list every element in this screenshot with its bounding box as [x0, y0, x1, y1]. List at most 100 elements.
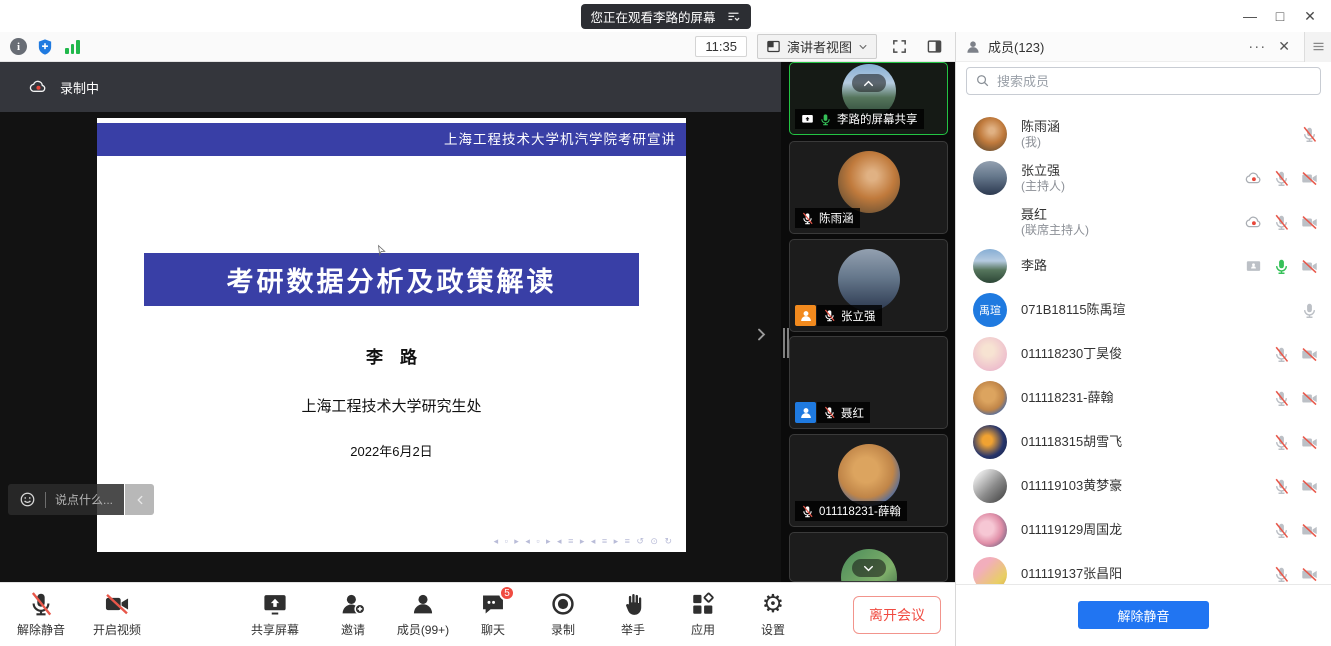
unmute-button[interactable]: 解除静音: [1078, 601, 1209, 629]
minimize-button[interactable]: —: [1235, 2, 1265, 30]
camera-off-icon[interactable]: [1301, 214, 1318, 231]
member-row[interactable]: 011118230丁昊俊: [956, 332, 1331, 376]
member-status: [1245, 214, 1318, 231]
watching-banner[interactable]: 您正在观看李路的屏幕: [580, 4, 750, 29]
scroll-down-button[interactable]: [852, 559, 886, 577]
side-panel-icon: [926, 38, 943, 55]
member-row[interactable]: 011118231-薛翰: [956, 376, 1331, 420]
person-icon: [965, 39, 981, 55]
video-tile[interactable]: 张立强: [789, 239, 948, 332]
camera-off-icon[interactable]: [1301, 390, 1318, 407]
member-status: [1273, 390, 1318, 407]
toolbar-raise-hand-button[interactable]: 举手: [606, 591, 660, 638]
tile-name: 011118231-薛翰: [819, 503, 901, 519]
toolbar-settings-button[interactable]: ⚙ 设置: [746, 591, 800, 638]
view-mode-dropdown[interactable]: 演讲者视图: [757, 34, 877, 59]
mic-muted-icon[interactable]: [1273, 390, 1290, 407]
apps-icon: [690, 591, 716, 617]
tile-label: 陈雨涵: [795, 208, 860, 228]
mic-muted-icon[interactable]: [1273, 170, 1290, 187]
network-signal-icon[interactable]: [65, 39, 80, 54]
banner-label: 您正在观看李路的屏幕: [590, 7, 715, 26]
window-controls: — □ ✕: [1235, 0, 1325, 32]
member-list: 陈雨涵 (我) 张立强 (主持人) 聂红 (联席主持: [956, 112, 1331, 596]
member-name: 李路: [1021, 258, 1245, 274]
camera-off-icon[interactable]: [1301, 522, 1318, 539]
more-options-icon[interactable]: ···: [1248, 38, 1266, 55]
chevron-up-icon[interactable]: [57, 599, 68, 610]
window-titlebar: 您正在观看李路的屏幕 — □ ✕: [0, 0, 1331, 32]
close-panel-icon[interactable]: ✕: [1278, 38, 1290, 55]
view-mode-label: 演讲者视图: [787, 37, 852, 56]
member-role: (联席主持人): [1021, 223, 1245, 238]
video-tile-partial[interactable]: [789, 532, 948, 582]
mouse-cursor-icon: [375, 244, 388, 257]
meeting-controls-toolbar: 解除静音 开启视频 共享屏幕 邀请 成员(99+) 5 聊天 录制: [0, 582, 955, 646]
maximize-button[interactable]: □: [1265, 2, 1295, 30]
security-shield-icon[interactable]: [36, 38, 54, 56]
avatar: [973, 381, 1007, 415]
leave-meeting-button[interactable]: 离开会议: [853, 596, 941, 634]
toolbar-chat-button[interactable]: 5 聊天: [466, 591, 520, 638]
member-row[interactable]: 禹瑄 071B18115陈禹瑄: [956, 288, 1331, 332]
member-row[interactable]: 陈雨涵 (我): [956, 112, 1331, 156]
video-tile[interactable]: 011118231-薛翰: [789, 434, 948, 527]
member-row[interactable]: 李路: [956, 244, 1331, 288]
video-tile-screen-share[interactable]: 李路的屏幕共享: [789, 62, 948, 135]
mic-muted-icon[interactable]: [1273, 566, 1290, 583]
mic-muted-icon: [801, 212, 814, 225]
member-name: 聂红: [1021, 207, 1245, 223]
fullscreen-button[interactable]: [886, 36, 912, 58]
toolbar-invite-button[interactable]: 邀请: [326, 591, 380, 638]
avatar: [973, 117, 1007, 151]
mic-muted-icon[interactable]: [1273, 478, 1290, 495]
member-row[interactable]: 聂红 (联席主持人): [956, 200, 1331, 244]
chevron-down-icon: [862, 562, 875, 575]
avatar: [973, 425, 1007, 459]
camera-off-icon[interactable]: [1301, 434, 1318, 451]
mic-muted-icon[interactable]: [1273, 214, 1290, 231]
chevron-up-icon[interactable]: [291, 599, 302, 610]
scroll-up-button[interactable]: [852, 74, 886, 92]
toolbar-members-button[interactable]: 成员(99+): [396, 591, 450, 638]
members-panel-footer: 解除静音: [956, 584, 1331, 646]
video-tile[interactable]: 聂红: [789, 336, 948, 429]
banner-menu-icon[interactable]: [726, 9, 741, 24]
quick-chat-overlay: 说点什么...: [8, 484, 154, 515]
mic-muted-icon[interactable]: [1273, 522, 1290, 539]
toolbar-unmute-button[interactable]: 解除静音: [14, 591, 68, 638]
camera-off-icon[interactable]: [1301, 566, 1318, 583]
member-name: 011118231-薛翰: [1021, 390, 1273, 406]
camera-off-icon[interactable]: [1301, 170, 1318, 187]
meeting-info-icon[interactable]: i: [10, 38, 27, 55]
side-panel-toggle-button[interactable]: [921, 36, 947, 58]
mic-muted-icon[interactable]: [1273, 434, 1290, 451]
member-row[interactable]: 011119129周国龙: [956, 508, 1331, 552]
toolbar-record-button[interactable]: 录制: [536, 591, 590, 638]
panel-menu-button[interactable]: [1304, 32, 1331, 62]
mic-on-icon[interactable]: [1273, 258, 1290, 275]
toolbar-share-screen-button[interactable]: 共享屏幕: [248, 591, 302, 638]
avatar: [973, 469, 1007, 503]
emoji-smiley-icon[interactable]: [19, 491, 36, 508]
toolbar-start-video-button[interactable]: 开启视频: [90, 591, 144, 638]
video-tile[interactable]: 陈雨涵: [789, 141, 948, 234]
mic-muted-icon[interactable]: [1273, 346, 1290, 363]
camera-off-icon[interactable]: [1301, 258, 1318, 275]
member-row[interactable]: 011118315胡雪飞: [956, 420, 1331, 464]
fullscreen-icon: [891, 38, 908, 55]
camera-off-icon[interactable]: [1301, 346, 1318, 363]
toolbar-apps-button[interactable]: 应用: [676, 591, 730, 638]
cloud-recording-icon: [1245, 170, 1262, 187]
camera-off-icon[interactable]: [1301, 478, 1318, 495]
chat-input[interactable]: 说点什么...: [8, 484, 124, 515]
member-row[interactable]: 张立强 (主持人): [956, 156, 1331, 200]
search-input[interactable]: [966, 67, 1321, 95]
chevron-up-icon[interactable]: [133, 599, 144, 610]
member-row[interactable]: 011119103黄梦豪: [956, 464, 1331, 508]
close-button[interactable]: ✕: [1295, 2, 1325, 30]
mic-idle-icon[interactable]: [1301, 302, 1318, 319]
mic-muted-icon[interactable]: [1301, 126, 1318, 143]
chat-collapse-button[interactable]: [125, 484, 154, 515]
expand-strip-arrow[interactable]: [753, 326, 770, 343]
